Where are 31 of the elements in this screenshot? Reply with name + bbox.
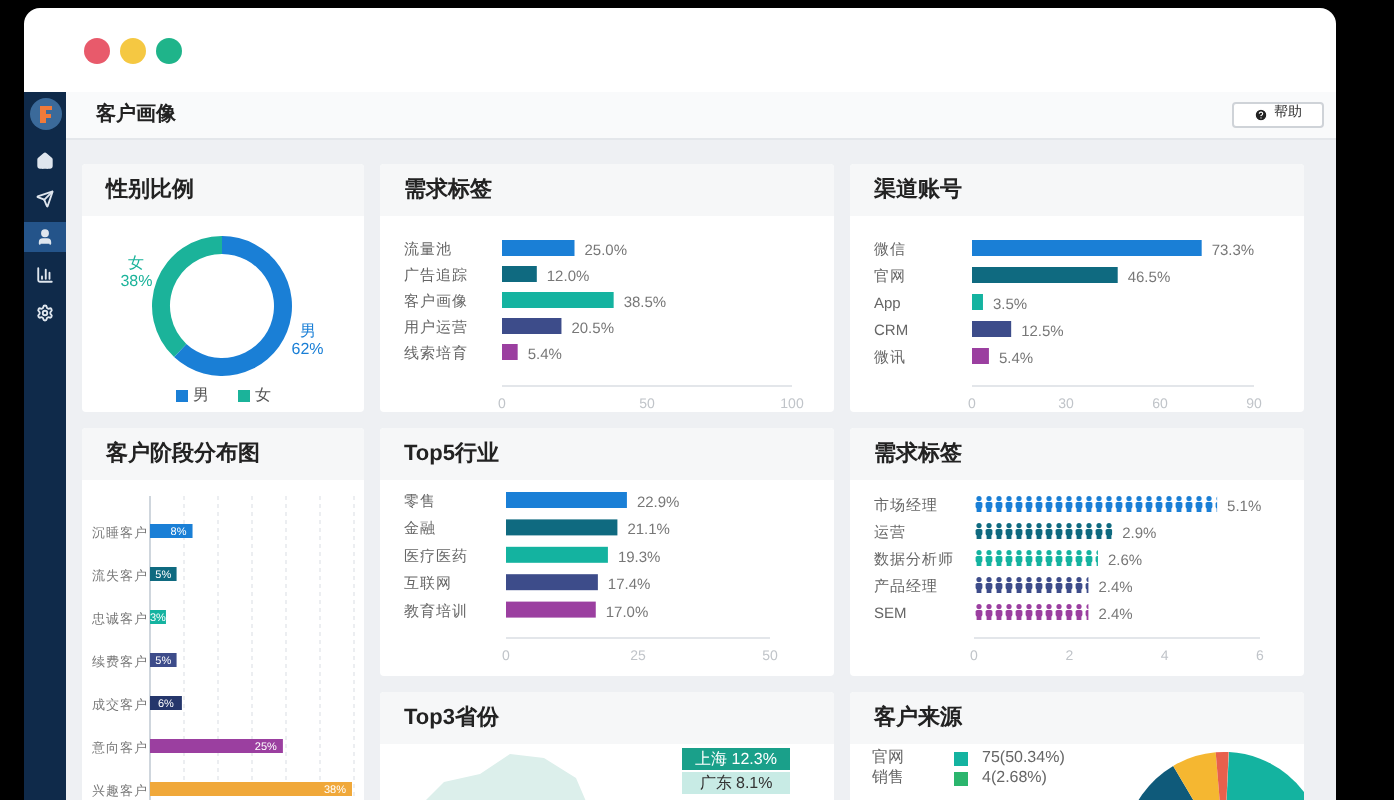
slice-label: 男 [299, 321, 316, 340]
legend-value: 4(2.68%) [982, 768, 1049, 788]
card-title: 客户来源 [874, 703, 962, 734]
legend-label: 官网 [872, 748, 906, 768]
province-badge: 广东 8.1% [682, 772, 790, 794]
paper-plane-icon [36, 190, 54, 208]
legend-value: 75(50.34%) [982, 748, 1065, 768]
home-icon [36, 152, 54, 170]
card-title: Top5行业 [404, 439, 499, 470]
card-title: 性别比例 [106, 175, 194, 206]
maximize-button[interactable] [156, 37, 182, 63]
card-title: 客户阶段分布图 [106, 439, 260, 470]
slice-value: 62% [291, 339, 324, 358]
card-title: 需求标签 [404, 175, 492, 206]
legend-label: 销售 [872, 768, 906, 788]
card-title: 需求标签 [874, 439, 962, 470]
user-icon [36, 228, 54, 246]
page-title: 客户画像 [96, 100, 176, 130]
help-icon [1254, 108, 1268, 122]
sidebar-item[interactable] [24, 222, 66, 252]
logo-icon [29, 98, 61, 130]
legend-label: 男 [193, 384, 209, 408]
slice-label: 女 [128, 254, 145, 273]
card-title: Top3省份 [404, 703, 499, 734]
bar-chart-icon [36, 266, 54, 284]
card-title: 渠道账号 [874, 175, 962, 206]
legend-label: 女 [255, 384, 271, 408]
province-badge: 上海 12.3% [682, 748, 790, 770]
close-button[interactable] [84, 37, 110, 63]
settings-icon [36, 304, 54, 322]
slice-value: 38% [120, 272, 153, 291]
